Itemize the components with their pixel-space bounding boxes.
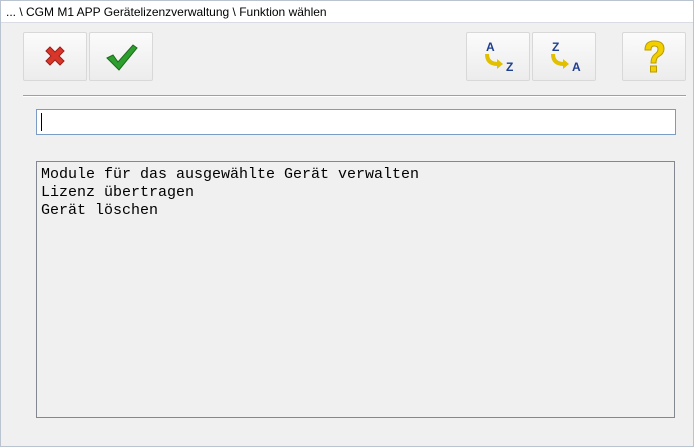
green-checkmark-icon [106,43,138,71]
sort-a-to-z-icon: A Z [485,40,513,74]
search-input[interactable] [36,109,676,135]
sort-bottom-letter: A [572,60,581,74]
cancel-button[interactable] [23,32,87,81]
toolbar: A Z Z A [1,24,693,86]
ok-button[interactable] [89,32,153,81]
sort-top-letter: A [486,40,495,54]
text-caret [41,113,42,131]
list-item[interactable]: Lizenz übertragen [37,184,674,202]
sort-ascending-button[interactable]: A Z [466,32,530,81]
toolbar-divider [23,95,686,97]
sort-bottom-letter: Z [506,60,513,74]
window-title: ... \ CGM M1 APP Gerätelizenzverwaltung … [6,5,327,19]
function-list[interactable]: Module für das ausgewählte Gerät verwalt… [36,161,675,418]
list-item[interactable]: Module für das ausgewählte Gerät verwalt… [37,166,674,184]
title-bar: ... \ CGM M1 APP Gerätelizenzverwaltung … [1,1,693,23]
list-item[interactable]: Gerät löschen [37,202,674,220]
help-button[interactable] [622,32,686,81]
red-x-icon [45,45,65,66]
sort-top-letter: Z [552,40,559,54]
sort-descending-button[interactable]: Z A [532,32,596,81]
app-window: ... \ CGM M1 APP Gerätelizenzverwaltung … [0,0,694,447]
sort-z-to-a-icon: Z A [551,40,581,74]
question-mark-icon [644,39,665,72]
